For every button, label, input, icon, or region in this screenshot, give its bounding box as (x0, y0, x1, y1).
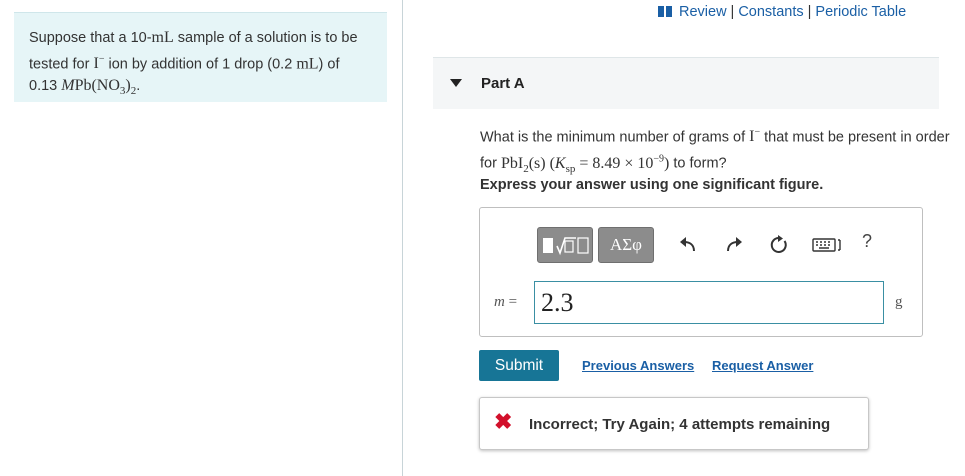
caret-down-icon[interactable] (450, 79, 462, 87)
templates-button[interactable] (537, 227, 593, 263)
iodide-ion: I− (749, 127, 761, 146)
nav-separator: | (730, 4, 735, 20)
unit-ml: mL (296, 55, 319, 73)
redo-icon[interactable] (724, 235, 744, 255)
nav-separator: | (807, 4, 812, 20)
periodic-table-link[interactable]: Periodic Table (815, 4, 906, 20)
book-icon (658, 6, 672, 17)
unit-ml: mL (151, 29, 174, 46)
problem-text: 0.13 (29, 78, 62, 95)
help-icon[interactable]: ? (862, 231, 872, 252)
request-answer-link[interactable]: Request Answer (712, 358, 813, 373)
problem-text: Suppose that a 10- (29, 30, 152, 46)
feedback-box: ✖ Incorrect; Try Again; 4 attempts remai… (479, 397, 869, 450)
lead-iodide-formula: PbI2(s) (500, 154, 546, 175)
part-title: Part A (481, 75, 525, 92)
part-a-header[interactable]: Part A (433, 58, 939, 109)
templates-icon (543, 237, 589, 256)
question-text: What is the minimum number of grams of I… (480, 127, 950, 175)
reset-icon[interactable] (769, 235, 789, 255)
problem-line-1: Suppose that a 10-mL sample of a solutio… (29, 27, 372, 49)
problem-text: ion by addition of 1 drop (0.2 (104, 56, 297, 73)
column-divider (402, 0, 403, 476)
constants-link[interactable]: Constants (738, 4, 803, 20)
keyboard-icon[interactable] (812, 235, 846, 255)
lead-nitrate-formula: MPb(NO3)2 (61, 77, 137, 98)
problem-text: ) of (318, 56, 340, 73)
feedback-text: Incorrect; Try Again; 4 attempts remaini… (529, 416, 831, 433)
review-link[interactable]: Review (679, 4, 727, 20)
answer-variable-label: m = (494, 294, 518, 310)
answer-panel: ΑΣφ ? m = g (479, 207, 923, 337)
answer-instruction: Express your answer using one significan… (480, 177, 824, 193)
ksp-expression: (Ksp = 8.49 × 10−9) (545, 153, 670, 175)
answer-unit: g (895, 294, 903, 310)
math-toolbar: ΑΣφ ? (537, 225, 917, 265)
problem-text: tested for (29, 56, 94, 73)
problem-statement: Suppose that a 10-mL sample of a solutio… (14, 12, 387, 102)
iodide-ion: I− (93, 54, 105, 73)
incorrect-x-icon: ✖ (494, 409, 513, 434)
previous-answers-link[interactable]: Previous Answers (582, 358, 694, 373)
problem-text: sample of a solution is to be (173, 30, 358, 46)
top-nav: Review | Constants | Periodic Table (658, 4, 906, 20)
problem-line-3: 0.13 MPb(NO3)2. (29, 75, 372, 102)
answer-input[interactable] (534, 281, 884, 324)
undo-icon[interactable] (678, 235, 698, 255)
symbols-button[interactable]: ΑΣφ (598, 227, 654, 263)
submit-button[interactable]: Submit (479, 350, 559, 381)
problem-line-2: tested for I− ion by addition of 1 drop … (29, 49, 372, 75)
problem-text: . (136, 78, 141, 95)
